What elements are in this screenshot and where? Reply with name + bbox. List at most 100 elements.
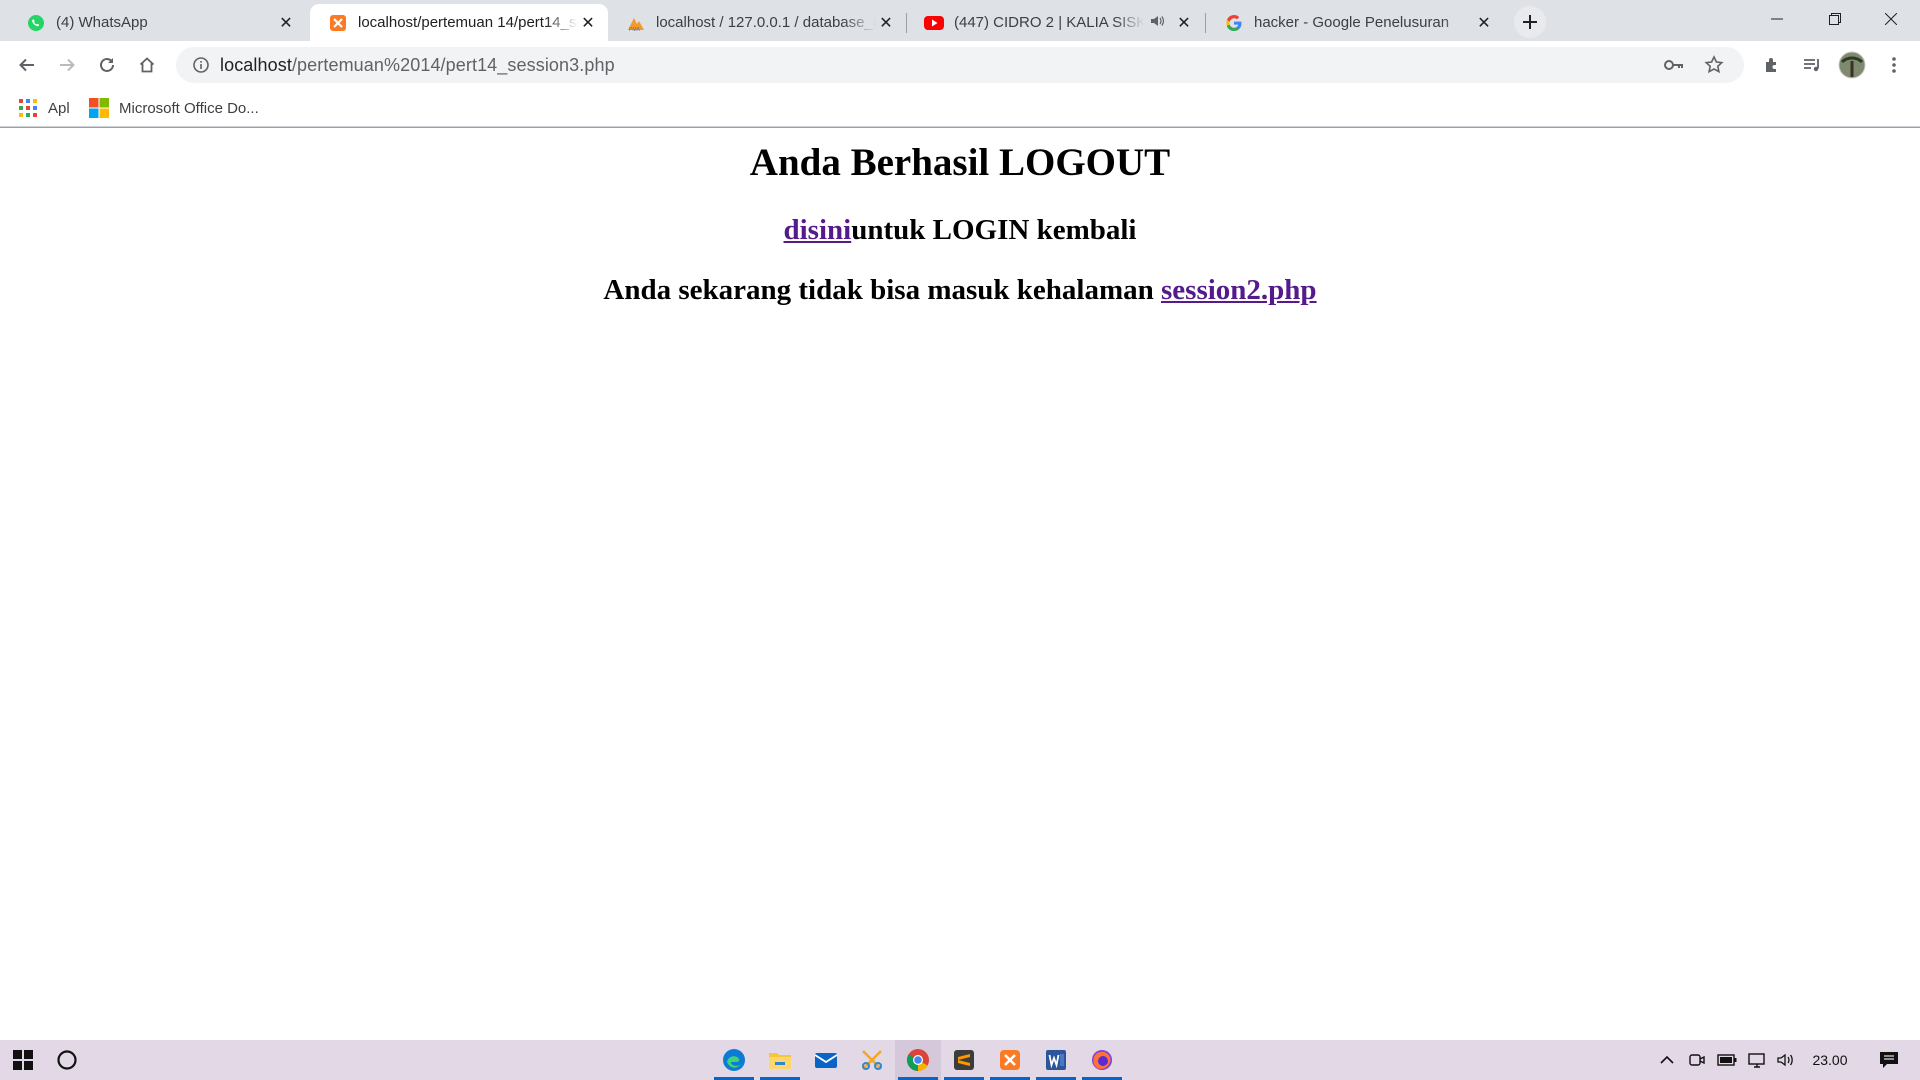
mail-icon: [814, 1053, 838, 1068]
taskbar-mail[interactable]: [803, 1040, 849, 1080]
profile-avatar[interactable]: [1834, 47, 1870, 83]
extensions-button[interactable]: [1754, 47, 1790, 83]
close-tab-icon[interactable]: ✕: [276, 13, 296, 33]
close-tab-icon[interactable]: ✕: [578, 13, 598, 33]
youtube-icon: [924, 13, 944, 33]
forward-button[interactable]: [49, 47, 85, 83]
notice-message: Anda sekarang tidak bisa masuk kehalaman…: [0, 272, 1920, 308]
back-button[interactable]: [9, 47, 45, 83]
url-path: /pertemuan%2014/pert14_session3.php: [291, 54, 615, 75]
key-icon[interactable]: [1656, 47, 1692, 83]
arrow-right-icon: [60, 58, 75, 72]
bookmarks-bar: Apl Microsoft Office Do...: [0, 89, 1920, 127]
tab-separator: [906, 13, 907, 33]
taskbar-xampp[interactable]: [987, 1040, 1033, 1080]
bookmark-microsoft-office[interactable]: Microsoft Office Do...: [89, 95, 259, 121]
microsoft-logo-icon: [89, 98, 109, 118]
speaker-icon[interactable]: [1150, 15, 1166, 30]
taskbar-sublime-text[interactable]: [941, 1040, 987, 1080]
minimize-icon: [1771, 18, 1783, 20]
reload-icon: [100, 57, 114, 72]
arrow-left-icon: [19, 58, 34, 72]
tab-whatsapp[interactable]: (4) WhatsApp ✕: [8, 4, 306, 41]
restore-button[interactable]: [1806, 0, 1864, 38]
restore-icon: [1829, 13, 1841, 25]
page-title: Anda Berhasil LOGOUT: [749, 141, 1171, 184]
session2-link[interactable]: session2.php: [1161, 274, 1317, 306]
taskbar-snipping-tool[interactable]: [849, 1040, 895, 1080]
minimize-button[interactable]: [1748, 0, 1806, 38]
bookmark-apps[interactable]: Apl: [18, 95, 70, 121]
snipping-tool-icon: [862, 1050, 882, 1070]
home-icon: [139, 57, 155, 73]
bookmark-label: Apl: [48, 99, 70, 117]
taskbar-firefox[interactable]: [1079, 1040, 1125, 1080]
word-icon: [1046, 1050, 1066, 1070]
bookmark-label: Microsoft Office Do...: [119, 99, 259, 117]
file-explorer-icon: [769, 1053, 791, 1069]
tab-title: localhost / 127.0.0.1 / database_absensi: [656, 14, 876, 31]
chrome-icon: [907, 1049, 929, 1071]
login-message: disiniuntuk LOGIN kembali: [0, 212, 1920, 248]
tab-title: localhost/pertemuan 14/pert14_session3.p…: [358, 14, 578, 31]
search-button[interactable]: [44, 1040, 90, 1080]
close-tab-icon[interactable]: ✕: [1174, 13, 1194, 33]
url-host: localhost: [220, 54, 292, 75]
tray-chevron-up-icon[interactable]: [1652, 1040, 1682, 1080]
windows-logo-icon: [13, 1050, 33, 1070]
home-button[interactable]: [129, 47, 165, 83]
battery-icon[interactable]: [1712, 1040, 1742, 1080]
tab-strip: (4) WhatsApp ✕ localhost/pertemuan 14/pe…: [0, 0, 1920, 41]
tab-google-search[interactable]: hacker - Google Penelusuran ✕: [1206, 4, 1504, 41]
taskbar-word[interactable]: [1033, 1040, 1079, 1080]
firefox-icon: [1092, 1050, 1112, 1070]
apps-grid-icon: [19, 99, 37, 117]
search-circle-icon: [57, 1050, 77, 1070]
login-text: untuk LOGIN kembali: [851, 214, 1137, 246]
browser-toolbar: localhost/pertemuan%2014/pert14_session3…: [0, 41, 1920, 89]
taskbar-edge[interactable]: [711, 1040, 757, 1080]
svg-text:PMA: PMA: [629, 27, 641, 32]
tab-youtube[interactable]: (447) CIDRO 2 | KALIA SISKA ✕: [906, 4, 1204, 41]
volume-icon[interactable]: [1772, 1040, 1800, 1080]
google-icon: [1224, 13, 1244, 33]
media-control-button[interactable]: [1794, 47, 1830, 83]
tab-separator: [1205, 13, 1206, 33]
star-icon[interactable]: [1696, 47, 1732, 83]
more-vert-icon: [1892, 57, 1896, 73]
close-icon: [1885, 13, 1897, 25]
playlist-icon: [1804, 59, 1819, 72]
plus-icon: [1523, 15, 1537, 29]
tab-title: hacker - Google Penelusuran: [1254, 14, 1450, 31]
avatar-icon: [1838, 51, 1866, 79]
edge-icon: [723, 1049, 745, 1071]
sublime-text-icon: [954, 1050, 974, 1070]
info-icon[interactable]: [182, 47, 220, 83]
meet-now-icon[interactable]: [1682, 1040, 1712, 1080]
address-bar[interactable]: localhost/pertemuan%2014/pert14_session3…: [176, 47, 1744, 83]
taskbar-file-explorer[interactable]: [757, 1040, 803, 1080]
url-text[interactable]: localhost/pertemuan%2014/pert14_session3…: [220, 55, 615, 76]
puzzle-icon: [1766, 58, 1776, 72]
clock[interactable]: 23.00: [1802, 1040, 1858, 1080]
page-content: Anda Berhasil LOGOUT disiniuntuk LOGIN k…: [0, 128, 1920, 1040]
close-tab-icon[interactable]: ✕: [1474, 13, 1494, 33]
new-tab-button[interactable]: [1514, 6, 1546, 38]
taskbar-chrome[interactable]: [895, 1040, 941, 1080]
clock-time: 23.00: [1812, 1052, 1848, 1068]
whatsapp-icon: [26, 13, 46, 33]
tab-phpmyadmin[interactable]: PMA localhost / 127.0.0.1 / database_abs…: [608, 4, 906, 41]
close-window-button[interactable]: [1862, 0, 1920, 38]
login-link[interactable]: disini: [784, 214, 852, 246]
menu-button[interactable]: [1876, 47, 1912, 83]
tab-title: (4) WhatsApp: [56, 14, 148, 31]
network-icon[interactable]: [1742, 1040, 1772, 1080]
close-tab-icon[interactable]: ✕: [876, 13, 896, 33]
notification-icon[interactable]: [1866, 1040, 1912, 1080]
reload-button[interactable]: [89, 47, 125, 83]
xampp-icon: [1000, 1050, 1020, 1070]
notice-text: Anda sekarang tidak bisa masuk kehalaman: [603, 274, 1162, 306]
start-button[interactable]: [0, 1040, 46, 1080]
tab-title: (447) CIDRO 2 | KALIA SISKA: [954, 14, 1144, 31]
tab-session3[interactable]: localhost/pertemuan 14/pert14_session3.p…: [310, 4, 608, 41]
